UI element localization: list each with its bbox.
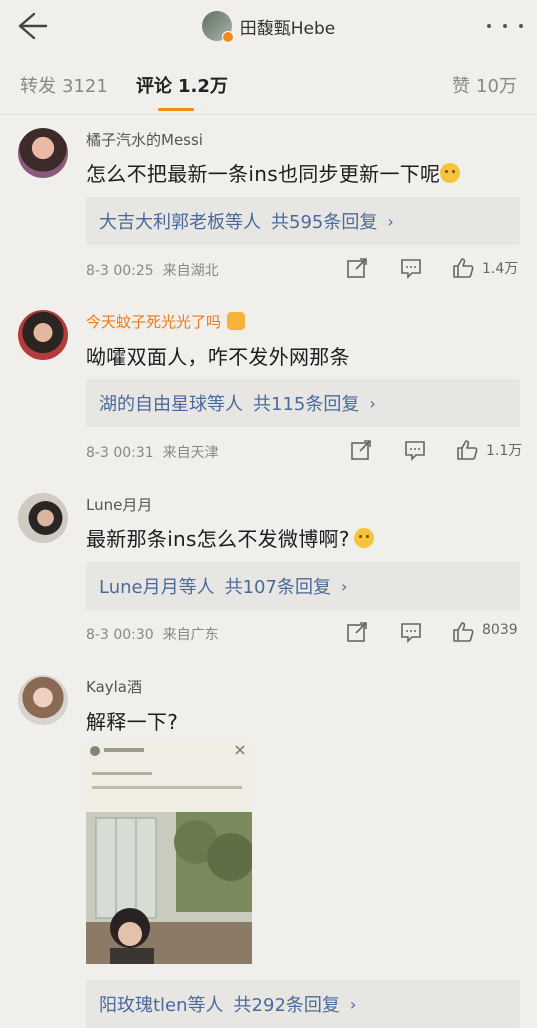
smile-emoji-icon bbox=[353, 528, 374, 548]
comment-text: 怎么不把最新一条ins也同步更新一下呢 bbox=[86, 158, 461, 187]
tab-comment-count: 1.2万 bbox=[178, 76, 228, 97]
tab-comment[interactable]: 评论 1.2万 bbox=[136, 72, 228, 98]
like-icon[interactable] bbox=[452, 621, 474, 643]
tab-repost[interactable]: 转发 3121 bbox=[20, 72, 108, 98]
comment-meta: 8-3 00:30 来自广东 bbox=[86, 624, 219, 644]
avatar[interactable] bbox=[18, 310, 68, 360]
comment-icon[interactable] bbox=[404, 439, 426, 461]
comment-time: 8-3 00:31 bbox=[86, 445, 154, 461]
comment-time: 8-3 00:25 bbox=[86, 263, 154, 279]
chevron-right-icon: › bbox=[340, 576, 348, 596]
comment-location: 来自广东 bbox=[162, 627, 219, 643]
comment-text-content: 怎么不把最新一条ins也同步更新一下呢 bbox=[86, 162, 441, 186]
comment-image[interactable] bbox=[86, 742, 252, 964]
comment-actions: 1.4万 bbox=[346, 257, 526, 281]
comment-text-content: 最新那条ins怎么不发微博啊? bbox=[86, 527, 350, 551]
tab-comment-label: 评论 bbox=[136, 76, 172, 97]
avatar bbox=[201, 11, 234, 43]
comment-actions: 1.1万 bbox=[346, 439, 526, 463]
reply-count: 共107条回复 bbox=[224, 577, 331, 598]
comment-location: 来自天津 bbox=[162, 445, 219, 461]
like-icon[interactable] bbox=[452, 257, 474, 279]
replies-summary-button[interactable]: 阳玫瑰tlen等人 共292条回复 › bbox=[86, 980, 520, 1028]
more-icon[interactable] bbox=[487, 12, 523, 40]
comment-icon[interactable] bbox=[400, 621, 422, 643]
comment-username[interactable]: 今天蚊子死光光了吗 bbox=[86, 311, 246, 332]
avatar[interactable] bbox=[18, 493, 68, 543]
comment-time: 8-3 00:30 bbox=[86, 627, 154, 643]
comment-username[interactable]: 橘子汽水的Messi bbox=[86, 129, 203, 150]
tab-like-label: 赞 bbox=[452, 76, 470, 97]
comment-location: 来自湖北 bbox=[162, 263, 219, 279]
active-tab-indicator bbox=[158, 108, 194, 111]
like-icon[interactable] bbox=[456, 439, 478, 461]
tab-like-count: 10万 bbox=[476, 76, 517, 97]
comment-username[interactable]: Lune月月 bbox=[86, 494, 152, 515]
laughing-emoji-icon bbox=[440, 163, 461, 183]
reply-authors: 阳玫瑰tlen等人 bbox=[99, 995, 224, 1016]
vip-badge-icon bbox=[227, 312, 246, 330]
repost-icon[interactable] bbox=[346, 621, 368, 643]
replies-summary-button[interactable]: 湖的自由星球等人 共115条回复 › bbox=[86, 379, 520, 427]
comment-text: 解释一下? bbox=[86, 710, 179, 734]
avatar[interactable] bbox=[18, 128, 68, 178]
avatar[interactable] bbox=[18, 675, 68, 725]
reply-authors: 大吉大利郭老板等人 bbox=[99, 212, 261, 233]
page-title[interactable]: 田馥甄Hebe bbox=[0, 6, 537, 46]
tab-repost-count: 3121 bbox=[62, 76, 108, 97]
comment-text: 呦嚯双面人，咋不发外网那条 bbox=[86, 345, 350, 369]
chevron-right-icon: › bbox=[369, 393, 376, 413]
reply-count: 共292条回复 bbox=[233, 995, 340, 1016]
comment-icon[interactable] bbox=[400, 257, 422, 279]
comment-meta: 8-3 00:25 来自湖北 bbox=[86, 260, 219, 280]
comment-actions: 8039 bbox=[346, 621, 526, 645]
reply-count: 共115条回复 bbox=[253, 394, 360, 415]
page-title-text: 田馥甄Hebe bbox=[239, 18, 336, 39]
verified-icon bbox=[221, 31, 234, 43]
reply-authors: 湖的自由星球等人 bbox=[99, 394, 243, 415]
replies-summary-button[interactable]: 大吉大利郭老板等人 共595条回复 › bbox=[86, 197, 520, 245]
comment-username[interactable]: Kayla酒 bbox=[86, 676, 142, 697]
tab-repost-label: 转发 bbox=[20, 76, 56, 97]
reply-authors: Lune月月等人 bbox=[99, 577, 215, 598]
comment-meta: 8-3 00:31 来自天津 bbox=[86, 442, 219, 462]
replies-summary-button[interactable]: Lune月月等人 共107条回复 › bbox=[86, 562, 520, 610]
tab-like[interactable]: 赞 10万 bbox=[452, 72, 517, 98]
like-count: 1.4万 bbox=[482, 261, 519, 277]
like-count: 8039 bbox=[482, 622, 518, 638]
repost-icon[interactable] bbox=[350, 439, 372, 461]
tab-bar: 转发 3121 评论 1.2万 赞 10万 bbox=[0, 52, 537, 115]
reply-count: 共595条回复 bbox=[271, 212, 378, 233]
chevron-right-icon: › bbox=[349, 994, 357, 1014]
chevron-right-icon: › bbox=[387, 211, 394, 231]
comment-username-text: 今天蚊子死光光了吗 bbox=[86, 313, 222, 331]
like-count: 1.1万 bbox=[486, 443, 523, 459]
photo-screenshot-image bbox=[86, 742, 252, 964]
top-bar: 田馥甄Hebe bbox=[0, 0, 537, 52]
repost-icon[interactable] bbox=[346, 257, 368, 279]
comment-text: 最新那条ins怎么不发微博啊? bbox=[86, 523, 374, 552]
